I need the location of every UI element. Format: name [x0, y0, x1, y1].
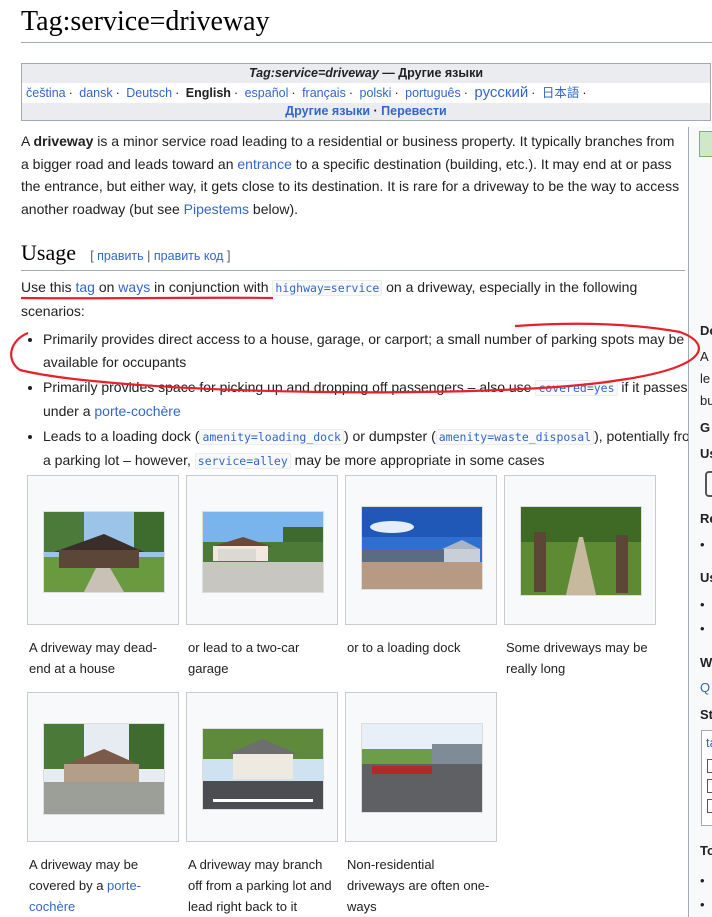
infobox-heading: Us: [700, 446, 712, 461]
gallery-caption: or lead to a two-car garage: [188, 640, 300, 676]
lang-link-ja[interactable]: 日本語: [542, 86, 580, 100]
status-box: ta: [701, 730, 712, 826]
infobox-sidebar: Do A le bu G Us Re • Us • • W Q St ta To…: [688, 127, 712, 917]
usage-heading: Usage [ править | править код ]: [21, 240, 685, 271]
covered-driveway-photo: [43, 723, 165, 815]
ways-link[interactable]: ways: [118, 279, 150, 295]
gallery-caption: Some driveways may be really long: [506, 640, 648, 676]
translate-link[interactable]: Перевести: [381, 104, 447, 118]
covered-yes-code-link[interactable]: covered=yes: [535, 380, 618, 396]
gallery-thumb-garage[interactable]: [186, 475, 338, 625]
usage-paragraph: Use this tag on ways in conjunction with…: [21, 276, 685, 322]
waste-disposal-code-link[interactable]: amenity=waste_disposal: [435, 429, 595, 445]
list-item: Leads to a loading dock (amenity=loading…: [43, 425, 707, 473]
page-title: Tag:service=driveway: [21, 6, 712, 43]
infobox-heading: St: [700, 707, 712, 722]
node-icon: [707, 759, 712, 773]
lang-link-pt[interactable]: português: [405, 86, 461, 100]
usage-text: on: [94, 279, 119, 295]
infobox-icon: [699, 131, 712, 157]
infobox-bullet: •: [700, 873, 705, 888]
edit-separator: |: [143, 249, 154, 263]
infobox-text: bu: [700, 393, 712, 408]
infobox-text: A: [700, 349, 709, 364]
other-languages-link[interactable]: Другие языки: [285, 104, 370, 118]
two-car-garage-photo: [202, 511, 324, 593]
list-item-text: Primarily provides direct access to a ho…: [43, 331, 685, 370]
long-driveway-photo: [520, 506, 642, 596]
language-box: Tag:service=driveway — Другие языки češt…: [21, 63, 711, 121]
pipestems-link[interactable]: Pipestems: [184, 201, 249, 217]
lang-link-fr[interactable]: français: [302, 86, 346, 100]
infobox-bullet: •: [700, 537, 705, 552]
list-item-text: Leads to a loading dock (: [43, 428, 200, 444]
entrance-link[interactable]: entrance: [237, 156, 291, 172]
intro-paragraph: A driveway is a minor service road leadi…: [21, 130, 685, 220]
element-usage-icon: [705, 471, 712, 497]
usage-heading-text: Usage: [21, 240, 76, 265]
gallery-thumb-one-way[interactable]: [345, 692, 497, 842]
infobox-bullet: •: [700, 621, 705, 636]
gallery-caption: A driveway may dead-end at a house: [29, 640, 157, 676]
edit-section-link[interactable]: править: [97, 249, 144, 263]
edit-bracket: ]: [223, 249, 231, 263]
usage-text: in conjunction with: [150, 279, 273, 295]
intro-bold-term: driveway: [33, 133, 94, 149]
list-item-text: Primarily provides space for picking up …: [43, 379, 536, 395]
list-item: Primarily provides space for picking up …: [43, 376, 707, 423]
way-icon: [707, 779, 712, 793]
gallery-thumb-parking-lot[interactable]: [186, 692, 338, 842]
usage-list: Primarily provides direct access to a ho…: [21, 328, 707, 475]
one-way-driveway-photo: [361, 723, 483, 813]
gallery-thumb-loading-dock[interactable]: [345, 475, 497, 625]
language-list: čeština · dansk · Deutsch · English · españo…: [26, 84, 587, 101]
infobox-bullet: •: [700, 897, 705, 912]
edit-source-link[interactable]: править код: [154, 249, 224, 263]
gallery-thumb-house[interactable]: [27, 475, 179, 625]
intro-text: below).: [249, 200, 299, 217]
status-tag[interactable]: ta: [706, 735, 712, 750]
language-box-header-rest: — Другие языки: [378, 66, 484, 80]
list-item: Primarily provides direct access to a ho…: [43, 328, 707, 374]
porte-cochere-link[interactable]: porte-cochère: [94, 403, 180, 419]
gallery-thumb-long-driveway[interactable]: [504, 475, 656, 625]
lang-link-es[interactable]: español: [245, 86, 289, 100]
gallery-thumb-covered[interactable]: [27, 692, 179, 842]
lang-link-ru[interactable]: русский: [474, 84, 528, 101]
infobox-heading: Us: [700, 570, 712, 585]
infobox-link[interactable]: Q: [700, 680, 710, 695]
lang-link-pl[interactable]: polski: [360, 86, 392, 100]
lang-link-de[interactable]: Deutsch: [126, 86, 172, 100]
infobox-heading: W: [700, 655, 712, 670]
list-item-text: ) or dumpster (: [343, 428, 436, 444]
loading-dock-code-link[interactable]: amenity=loading_dock: [199, 429, 344, 445]
driveway-house-photo: [43, 511, 165, 593]
language-box-tag: Tag:service=driveway: [248, 66, 379, 80]
service-alley-code-link[interactable]: service=alley: [194, 453, 291, 469]
highway-service-code-link[interactable]: highway=service: [272, 280, 383, 296]
lang-link-da[interactable]: dansk: [79, 86, 112, 100]
infobox-text: le: [700, 371, 711, 386]
language-box-header: Tag:service=driveway — Другие языки: [22, 64, 710, 83]
infobox-heading: Do: [700, 323, 712, 338]
area-icon: [707, 799, 712, 813]
tag-link[interactable]: tag: [75, 279, 94, 295]
lang-link-cs[interactable]: čeština: [26, 86, 66, 100]
section-edit-links: [ править | править код ]: [90, 249, 230, 263]
porte-cochere-photo: [202, 728, 324, 810]
gallery-caption: or to a loading dock: [347, 640, 461, 655]
lang-current-en: English: [185, 86, 231, 100]
infobox-heading: To: [700, 843, 712, 858]
infobox-heading: G: [700, 420, 711, 435]
infobox-heading: Re: [700, 511, 712, 526]
usage-text: Use this: [21, 279, 76, 295]
language-box-footer: Другие языки · Перевести: [22, 103, 710, 120]
intro-text: A: [21, 133, 34, 149]
list-item-text: may be more appropriate in some cases: [290, 452, 545, 468]
loading-dock-photo: [361, 506, 483, 590]
infobox-bullet: •: [700, 597, 705, 612]
